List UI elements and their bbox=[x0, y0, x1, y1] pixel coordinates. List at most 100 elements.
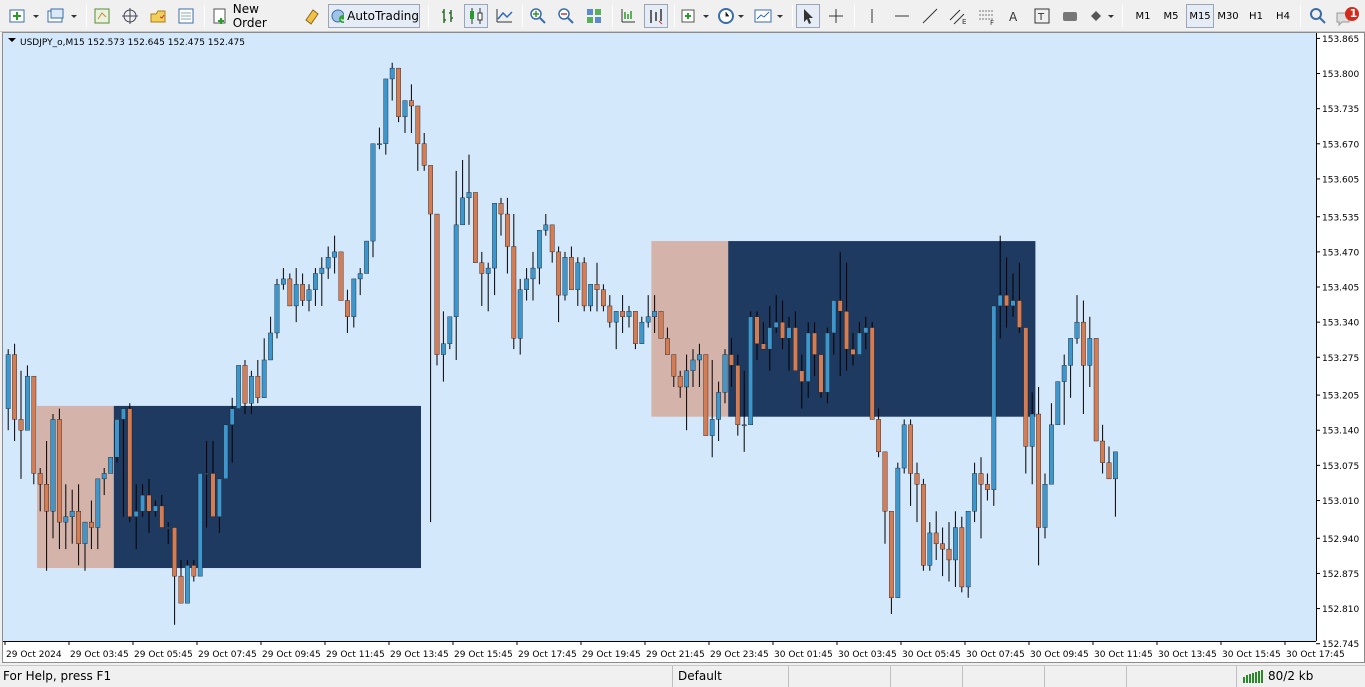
candle-body bbox=[709, 419, 715, 436]
timeframe-h1[interactable]: H1 bbox=[1244, 4, 1268, 28]
chart-shift-button[interactable] bbox=[616, 4, 640, 28]
horizontal-line-icon bbox=[895, 15, 909, 17]
candle-body bbox=[773, 321, 779, 328]
crosshair-tool-button[interactable] bbox=[824, 4, 848, 28]
candle-body bbox=[703, 354, 709, 436]
svg-text:T: T bbox=[1037, 12, 1045, 23]
zoom-out-button[interactable] bbox=[554, 4, 578, 28]
rectangle-tool-button[interactable] bbox=[1058, 4, 1082, 28]
tile-windows-button[interactable] bbox=[582, 4, 606, 28]
search-icon bbox=[1310, 8, 1326, 24]
candle-body bbox=[921, 484, 926, 566]
arrows-icon bbox=[1091, 11, 1114, 21]
profiles-button[interactable] bbox=[44, 4, 80, 28]
new-order-button[interactable]: New Order bbox=[210, 2, 296, 30]
line-chart-button[interactable] bbox=[492, 4, 516, 28]
candle-body bbox=[268, 332, 273, 361]
candle-body bbox=[997, 294, 1003, 307]
vertical-line-button[interactable] bbox=[860, 4, 884, 28]
bar-chart-button[interactable] bbox=[436, 4, 460, 28]
indicators-button[interactable] bbox=[678, 4, 712, 28]
candle-body bbox=[453, 224, 459, 317]
candle-body bbox=[965, 511, 971, 588]
candle-body bbox=[498, 203, 504, 215]
candle-body bbox=[927, 532, 933, 566]
new-order-icon bbox=[213, 8, 226, 24]
metaeditor-icon bbox=[305, 9, 319, 25]
candle-body bbox=[901, 424, 907, 469]
data-window-button[interactable] bbox=[118, 4, 142, 28]
horizontal-line-button[interactable] bbox=[890, 4, 914, 28]
time-tick-label: 30 Oct 01:45 bbox=[774, 650, 833, 660]
candle bbox=[127, 403, 133, 523]
price-tick-label: 153.075 bbox=[1322, 462, 1359, 472]
fibonacci-button[interactable]: F bbox=[974, 4, 998, 28]
zone-dark-3[interactable] bbox=[728, 241, 1036, 417]
candle-body bbox=[1061, 365, 1067, 382]
auto-scroll-button[interactable] bbox=[644, 4, 668, 28]
candle-body bbox=[428, 165, 433, 215]
new-chart-button[interactable] bbox=[6, 4, 42, 28]
templates-button[interactable] bbox=[752, 4, 786, 28]
candle-body bbox=[831, 300, 837, 334]
candle-body bbox=[652, 311, 658, 317]
price-tick-label: 153.010 bbox=[1322, 497, 1359, 507]
search-button[interactable] bbox=[1306, 4, 1330, 28]
candle-body bbox=[876, 419, 882, 453]
candle-body bbox=[722, 354, 728, 393]
candle-body bbox=[524, 278, 530, 290]
text-tool-button[interactable]: A bbox=[1002, 4, 1026, 28]
autotrading-button[interactable]: AutoTrading bbox=[328, 4, 420, 28]
candle-body bbox=[575, 262, 581, 290]
candle-body bbox=[306, 289, 312, 301]
chart-window[interactable]: 153.865 153.800 153.735 153.670 153.605 153.5… bbox=[2, 32, 1365, 663]
candle-body bbox=[1017, 300, 1022, 328]
candle bbox=[1055, 381, 1061, 426]
notifications-button[interactable]: 1 bbox=[1334, 4, 1362, 28]
equidistant-channel-button[interactable]: E bbox=[946, 4, 970, 28]
candlestick-chart-button[interactable] bbox=[464, 4, 488, 28]
candle-body bbox=[466, 192, 472, 199]
candle-body bbox=[735, 365, 741, 426]
candle bbox=[965, 511, 971, 598]
candle-body bbox=[626, 311, 632, 317]
timeframe-m1[interactable]: M1 bbox=[1130, 4, 1156, 28]
price-tick-label: 153.800 bbox=[1322, 70, 1359, 80]
timeframe-h4[interactable]: H4 bbox=[1270, 4, 1296, 28]
candle-body bbox=[511, 246, 517, 339]
timeframe-m30[interactable]: M30 bbox=[1214, 4, 1242, 28]
price-chart[interactable]: 153.865 153.800 153.735 153.670 153.605 153.5… bbox=[3, 33, 1364, 662]
periods-button[interactable] bbox=[716, 4, 746, 28]
candle-body bbox=[191, 565, 197, 577]
notification-badge: 1 bbox=[1349, 7, 1358, 20]
candle-body bbox=[1029, 413, 1035, 447]
candle-body bbox=[1100, 440, 1106, 463]
candle-body bbox=[1036, 413, 1042, 528]
candle-body bbox=[216, 478, 222, 517]
price-tick-label: 153.670 bbox=[1322, 140, 1359, 150]
candle bbox=[633, 311, 638, 350]
fibonacci-icon: F bbox=[979, 10, 994, 26]
terminal-button[interactable] bbox=[174, 4, 198, 28]
market-watch-button[interactable] bbox=[90, 4, 114, 28]
channel-icon: E bbox=[949, 9, 966, 26]
cursor-tool-button[interactable] bbox=[796, 4, 820, 28]
candle bbox=[581, 257, 587, 312]
status-help-text: For Help, press F1 bbox=[3, 669, 112, 683]
zoom-in-button[interactable] bbox=[526, 4, 550, 28]
timeframe-m15[interactable]: M15 bbox=[1186, 4, 1214, 28]
arrows-button[interactable] bbox=[1086, 4, 1116, 28]
navigator-button[interactable] bbox=[146, 4, 170, 28]
trendline-button[interactable] bbox=[918, 4, 942, 28]
candle-body bbox=[479, 262, 485, 274]
candle bbox=[959, 516, 965, 593]
candle-body bbox=[665, 338, 670, 355]
time-tick-label: 30 Oct 09:45 bbox=[1030, 650, 1089, 660]
zone-dark-1[interactable] bbox=[113, 405, 422, 569]
metaeditor-button[interactable] bbox=[300, 4, 324, 28]
toolbar: New Order AutoTrading E F A T M1 M5 M15 … bbox=[0, 0, 1365, 32]
candle-body bbox=[95, 478, 101, 528]
candle-body bbox=[613, 311, 619, 323]
timeframe-m5[interactable]: M5 bbox=[1158, 4, 1184, 28]
text-label-button[interactable]: T bbox=[1030, 4, 1054, 28]
